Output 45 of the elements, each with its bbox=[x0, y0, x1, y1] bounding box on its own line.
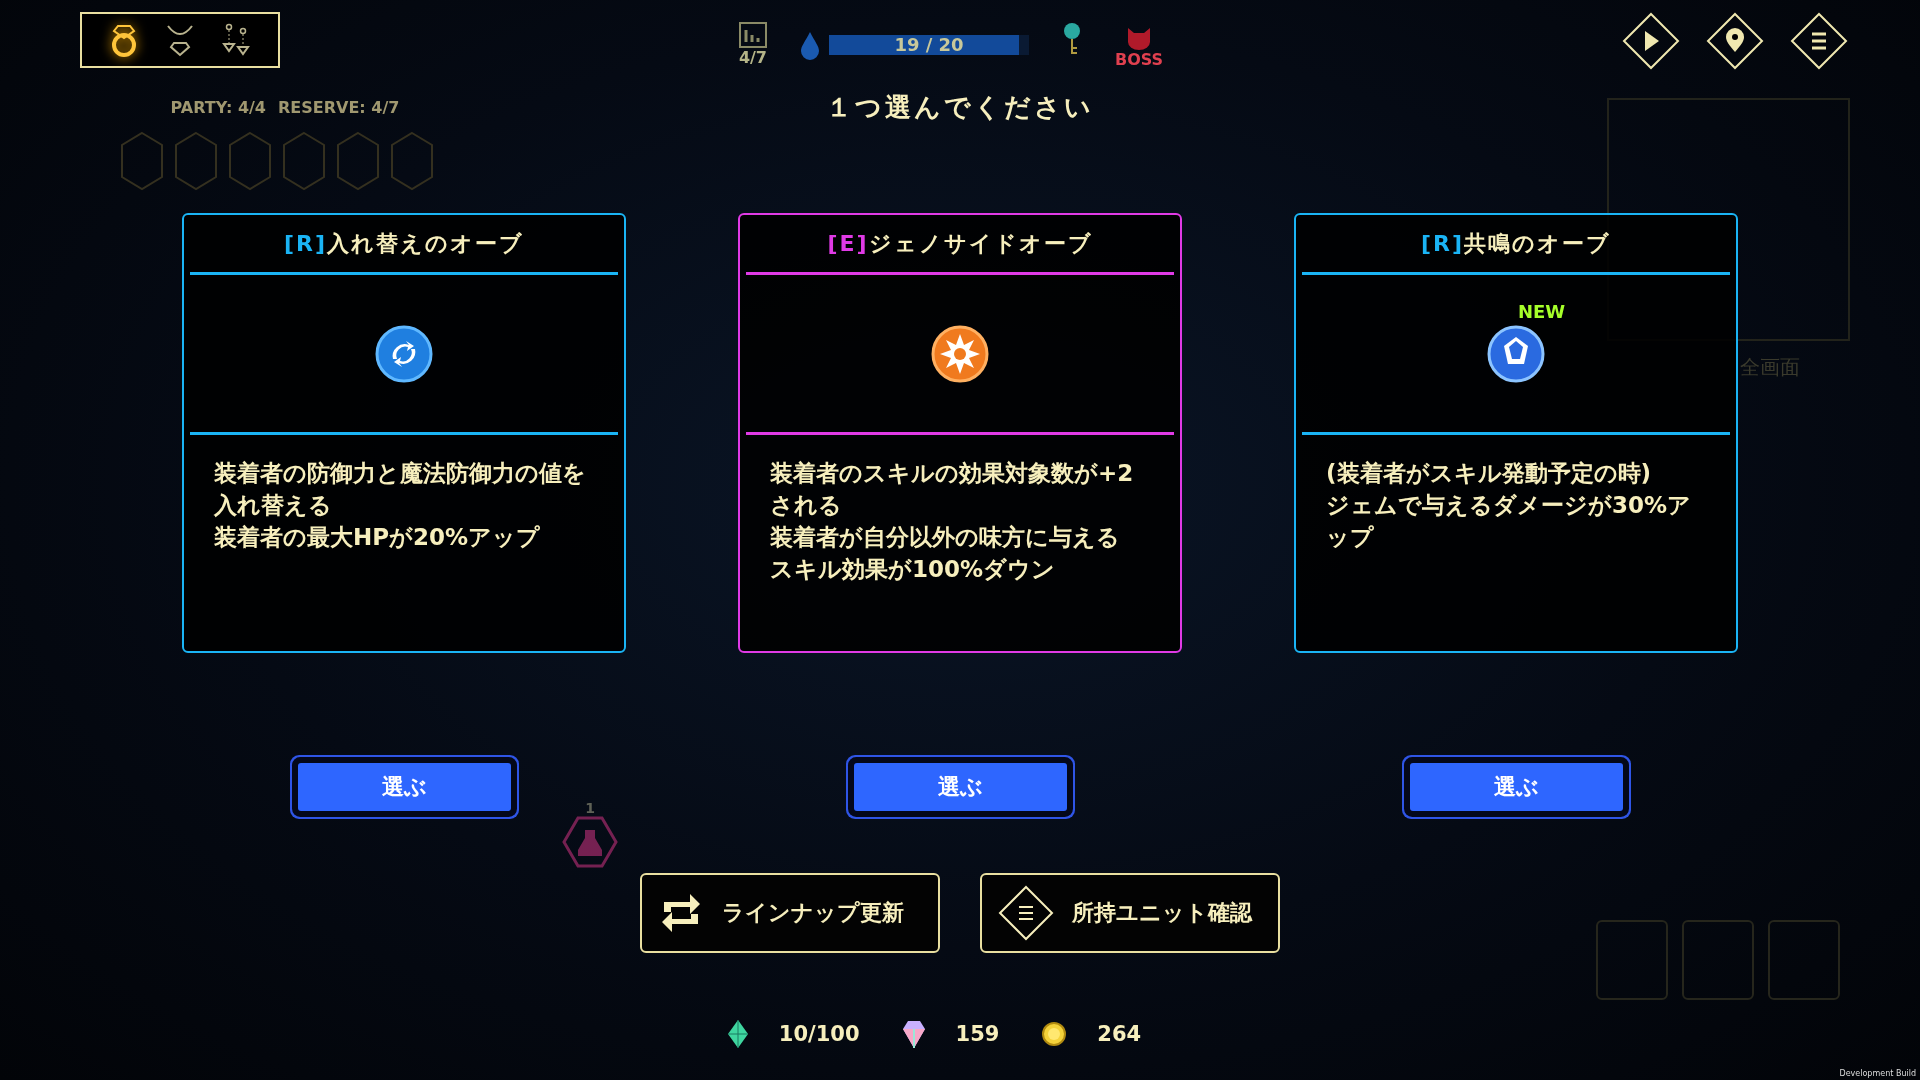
orb-effect-text: ジェムで与えるダメージが30%アップ bbox=[1326, 491, 1693, 552]
boss-label: BOSS bbox=[1115, 50, 1164, 69]
earrings-icon bbox=[221, 23, 251, 57]
party-count: PARTY: 4/4 bbox=[170, 98, 266, 117]
new-label: NEW bbox=[1518, 301, 1566, 322]
refresh-lineup-button[interactable]: ラインナップ更新 bbox=[640, 873, 940, 953]
bar-chart-icon bbox=[738, 22, 767, 48]
water-drop-icon bbox=[799, 30, 821, 60]
reserve-count: RESERVE: 4/7 bbox=[278, 98, 400, 117]
water-reading: 19 / 20 bbox=[893, 35, 965, 55]
orb-effect-text: 装着者のスキルの効果対象数が+2される bbox=[770, 459, 1135, 520]
necklace-icon bbox=[165, 23, 195, 57]
hexagon-slot-icon bbox=[174, 131, 218, 191]
map-pin-button[interactable] bbox=[1706, 12, 1764, 70]
potion-count: 1 bbox=[585, 800, 595, 816]
orb-effect-text: (装着者がスキル発動予定の時) bbox=[1326, 459, 1653, 488]
potion-icon bbox=[562, 816, 618, 868]
list-icon bbox=[998, 885, 1054, 941]
orb-effect-text: 装着者の最大HPが20%アップ bbox=[214, 523, 542, 552]
owned-units-button[interactable]: 所持ユニット確認 bbox=[980, 873, 1280, 953]
hexagon-slot-icon bbox=[390, 131, 434, 191]
choose-one-title: １つ選んでください bbox=[826, 91, 1094, 123]
prism-gem-icon bbox=[901, 1019, 926, 1049]
swap-orb-icon bbox=[375, 324, 433, 383]
currency-amount: 159 bbox=[955, 1022, 1000, 1046]
hexagon-slot-icon bbox=[282, 131, 326, 191]
burst-orb-icon bbox=[931, 324, 989, 383]
play-button[interactable] bbox=[1622, 12, 1680, 70]
hexagon-slot-icon bbox=[120, 131, 164, 191]
currency-amount: 264 bbox=[1097, 1022, 1142, 1046]
crystal-orb-icon bbox=[1487, 324, 1545, 383]
hexagon-slot-icon bbox=[228, 131, 272, 191]
orb-title: [E]ジェノサイドオーブ bbox=[826, 229, 1094, 258]
gem-icon bbox=[726, 1019, 749, 1049]
orb-title: [R]共鳴のオーブ bbox=[1419, 229, 1613, 258]
orb-effect-text: 装着者の防御力と魔法防御力の値を入れ替える bbox=[214, 459, 586, 520]
menu-button[interactable] bbox=[1790, 12, 1848, 70]
ring-icon bbox=[109, 23, 139, 57]
build-label: Development Build bbox=[1839, 1069, 1916, 1078]
floor-counter: 4/7 bbox=[738, 48, 767, 67]
coin-icon bbox=[1041, 1021, 1068, 1047]
orb-title: [R]入れ替えのオーブ bbox=[282, 229, 526, 258]
hexagon-slot-icon bbox=[336, 131, 380, 191]
currency-amount: 10/100 bbox=[778, 1022, 860, 1046]
orb-effect-text: 装着者が自分以外の味方に与えるスキル効果が100%ダウン bbox=[770, 523, 1121, 584]
